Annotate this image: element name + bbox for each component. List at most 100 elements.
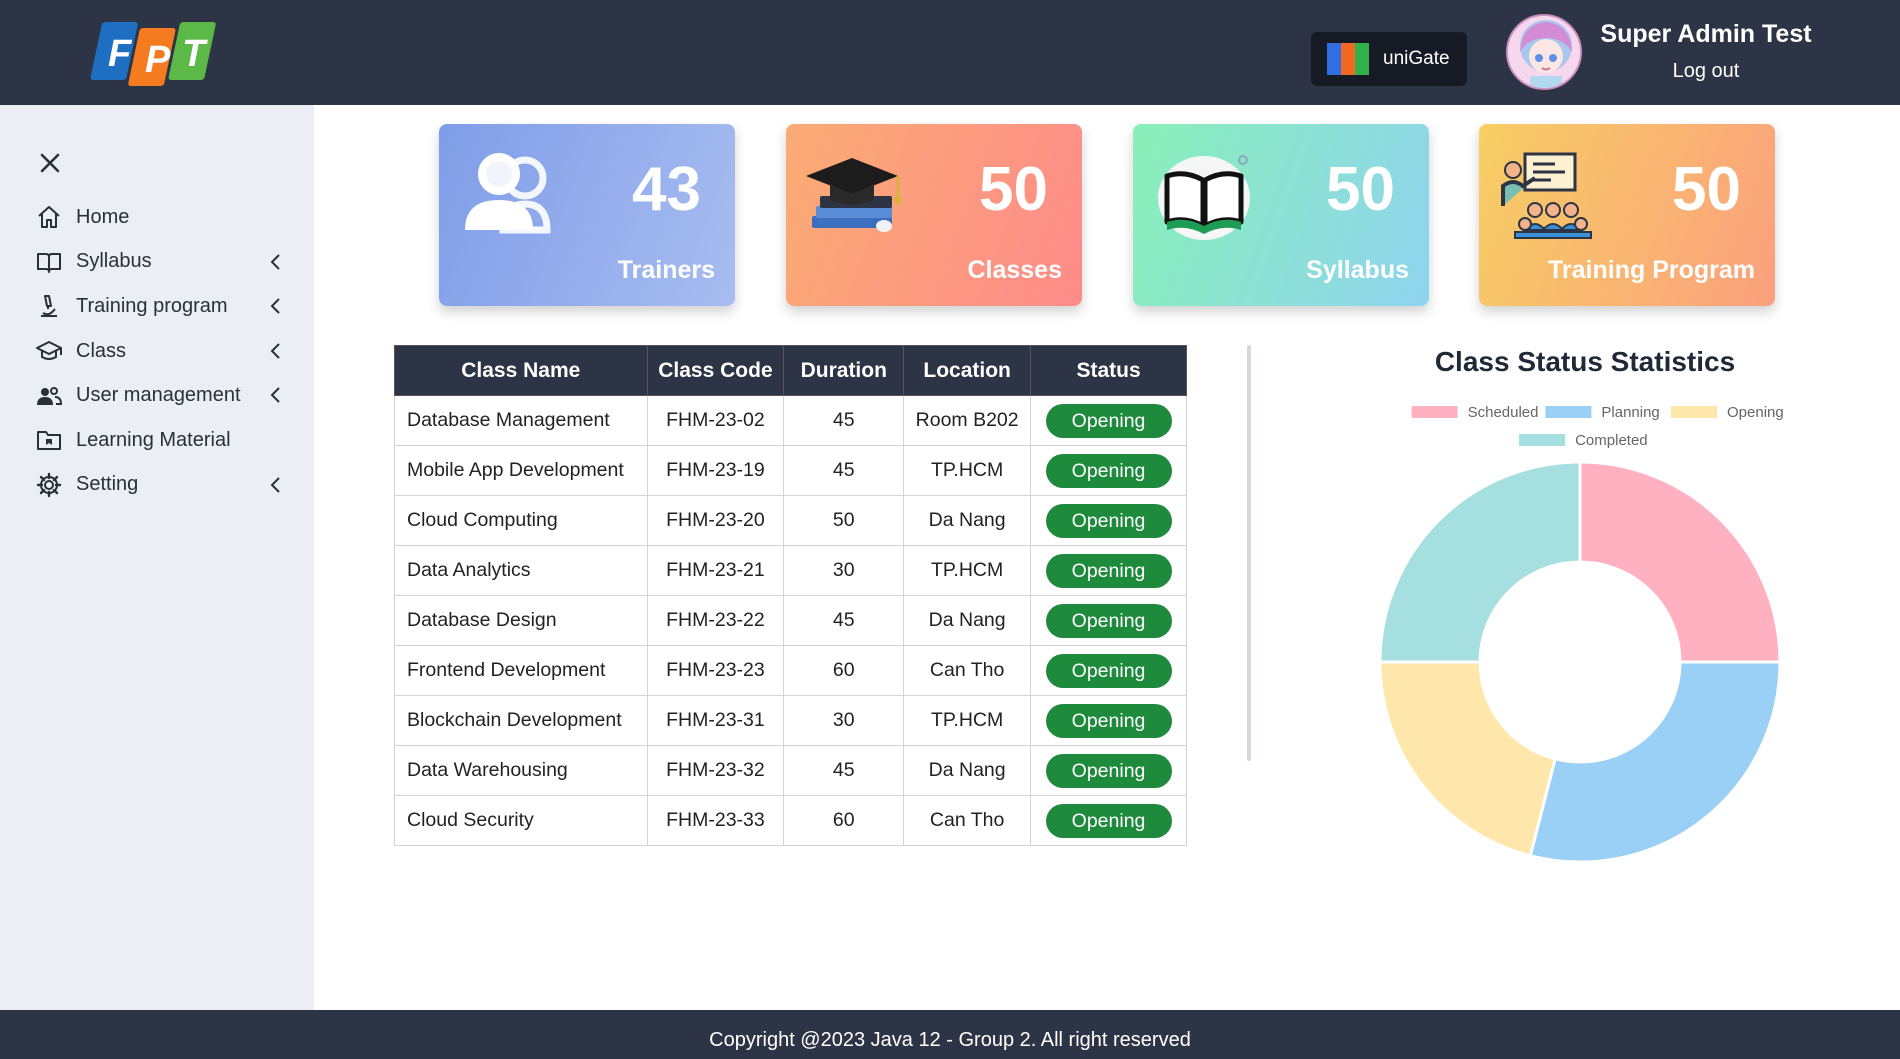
vertical-scrollbar[interactable]: [1247, 345, 1251, 761]
graduation-cap-icon: [36, 338, 62, 364]
cell-duration: 50: [783, 495, 905, 546]
column-header-location[interactable]: Location: [903, 345, 1032, 396]
cell-location: Room B202: [903, 395, 1032, 446]
status-badge: Opening: [1045, 603, 1172, 638]
avatar[interactable]: [1506, 14, 1582, 90]
table-row[interactable]: Frontend Development FHM-23-23 60 Can Th…: [394, 645, 1187, 696]
sidebar-item-label: Training program: [76, 294, 228, 317]
cell-location: Da Nang: [903, 495, 1032, 546]
cell-duration: 30: [783, 695, 905, 746]
column-header-status[interactable]: Status: [1030, 345, 1187, 396]
cell-status: Opening: [1030, 595, 1187, 646]
people-icon: [455, 146, 565, 246]
sidebar-item-label: Setting: [76, 473, 139, 496]
stat-card-trainers[interactable]: 43 Trainers: [439, 124, 735, 306]
column-header-class-name[interactable]: Class Name: [394, 345, 648, 396]
cell-location: TP.HCM: [903, 545, 1032, 596]
logout-link[interactable]: Log out: [1600, 60, 1812, 83]
cell-location: Da Nang: [903, 595, 1032, 646]
status-badge: Opening: [1045, 803, 1172, 838]
cell-class-name: Database Design: [394, 595, 648, 646]
cell-class-name: Cloud Computing: [394, 495, 648, 546]
chevron-left-icon: [266, 295, 286, 317]
stat-card-syllabus[interactable]: 50 Syllabus: [1133, 124, 1429, 306]
cell-class-name: Data Warehousing: [394, 745, 648, 796]
table-row[interactable]: Database Management FHM-23-02 45 Room B2…: [394, 395, 1187, 446]
top-header: F P T uniGate Super Admin Test Log out: [0, 0, 1900, 105]
chart-title: Class Status Statistics: [1434, 346, 1736, 377]
table-row[interactable]: Cloud Security FHM-23-33 60 Can Tho Open…: [394, 795, 1187, 846]
gear-icon: [36, 472, 62, 498]
legend-item-scheduled[interactable]: Scheduled: [1411, 404, 1539, 421]
legend-item-opening[interactable]: Opening: [1671, 404, 1784, 421]
svg-text:F: F: [108, 33, 133, 75]
svg-text:T: T: [182, 33, 208, 75]
chevron-left-icon: [266, 340, 286, 362]
chevron-left-icon: [266, 474, 286, 496]
legend-item-planning[interactable]: Planning: [1545, 404, 1660, 421]
cell-status: Opening: [1030, 795, 1187, 846]
sidebar-item-user-management[interactable]: User management: [36, 373, 286, 418]
close-icon[interactable]: [36, 149, 64, 177]
stat-card-classes[interactable]: 50 Classes: [786, 124, 1082, 306]
status-badge: Opening: [1045, 503, 1172, 538]
cell-class-code: FHM-23-31: [646, 695, 785, 746]
chart-slice-completed[interactable]: [1378, 460, 1582, 664]
column-header-duration[interactable]: Duration: [783, 345, 905, 396]
table-row[interactable]: Blockchain Development FHM-23-31 30 TP.H…: [394, 695, 1187, 746]
stat-value: 50: [1326, 155, 1395, 224]
table-row[interactable]: Database Design FHM-23-22 45 Da Nang Ope…: [394, 595, 1187, 646]
status-badge: Opening: [1045, 403, 1172, 438]
sidebar: Home Syllabus Training program Class Use…: [0, 105, 314, 1010]
sidebar-item-learning-material[interactable]: Learning Material: [36, 418, 286, 463]
sidebar-item-label: Syllabus: [76, 250, 152, 273]
legend-item-completed[interactable]: Completed: [1519, 432, 1648, 449]
sidebar-item-syllabus[interactable]: Syllabus: [36, 240, 286, 285]
table-row[interactable]: Mobile App Development FHM-23-19 45 TP.H…: [394, 445, 1187, 496]
cell-class-name: Data Analytics: [394, 545, 648, 596]
stat-value: 50: [979, 155, 1048, 224]
chart-slice-scheduled[interactable]: [1578, 460, 1782, 664]
legend-swatch: [1545, 406, 1592, 418]
chevron-left-icon: [266, 251, 286, 273]
cell-location: Da Nang: [903, 745, 1032, 796]
cell-duration: 60: [783, 645, 905, 696]
cell-status: Opening: [1030, 645, 1187, 696]
cell-class-code: FHM-23-19: [646, 445, 785, 496]
chart-slice-planning[interactable]: [1528, 660, 1782, 864]
sidebar-nav: Home Syllabus Training program Class Use…: [36, 195, 286, 507]
table-row[interactable]: Data Warehousing FHM-23-32 45 Da Nang Op…: [394, 745, 1187, 796]
sidebar-item-label: Class: [76, 339, 127, 362]
cell-class-code: FHM-23-02: [646, 395, 785, 446]
sidebar-item-setting[interactable]: Setting: [36, 463, 286, 508]
cell-duration: 45: [783, 745, 905, 796]
users-icon: [36, 383, 62, 409]
table-row[interactable]: Cloud Computing FHM-23-20 50 Da Nang Ope…: [394, 495, 1187, 546]
sidebar-item-label: User management: [76, 384, 241, 407]
cell-class-name: Blockchain Development: [394, 695, 648, 746]
stat-card-training-program[interactable]: 50 Training Program: [1479, 124, 1775, 306]
fpt-logo[interactable]: F P T: [88, 14, 218, 92]
cell-duration: 30: [783, 545, 905, 596]
column-header-class-code[interactable]: Class Code: [646, 345, 785, 396]
sidebar-item-class[interactable]: Class: [36, 329, 286, 374]
table-row[interactable]: Data Analytics FHM-23-21 30 TP.HCM Openi…: [394, 545, 1187, 596]
legend-label: Opening: [1727, 404, 1784, 421]
stat-label: Syllabus: [1306, 256, 1409, 284]
cell-status: Opening: [1030, 395, 1187, 446]
cell-class-code: FHM-23-22: [646, 595, 785, 646]
class-status-chart: Scheduled Planning Opening Completed: [1378, 404, 1784, 864]
unigate-button[interactable]: uniGate: [1311, 32, 1467, 86]
cell-class-name: Frontend Development: [394, 645, 648, 696]
legend-swatch: [1411, 406, 1458, 418]
sidebar-item-home[interactable]: Home: [36, 195, 286, 240]
cell-duration: 45: [783, 595, 905, 646]
cell-class-name: Cloud Security: [394, 795, 648, 846]
chart-slice-opening[interactable]: [1378, 660, 1557, 858]
svg-text:P: P: [145, 39, 171, 81]
table-header-row: Class Name Class Code Duration Location …: [394, 345, 1187, 396]
sidebar-item-training-program[interactable]: Training program: [36, 284, 286, 329]
open-book-icon: [1149, 146, 1259, 246]
unigate-logo-icon: [1327, 43, 1377, 75]
legend-label: Planning: [1601, 404, 1659, 421]
